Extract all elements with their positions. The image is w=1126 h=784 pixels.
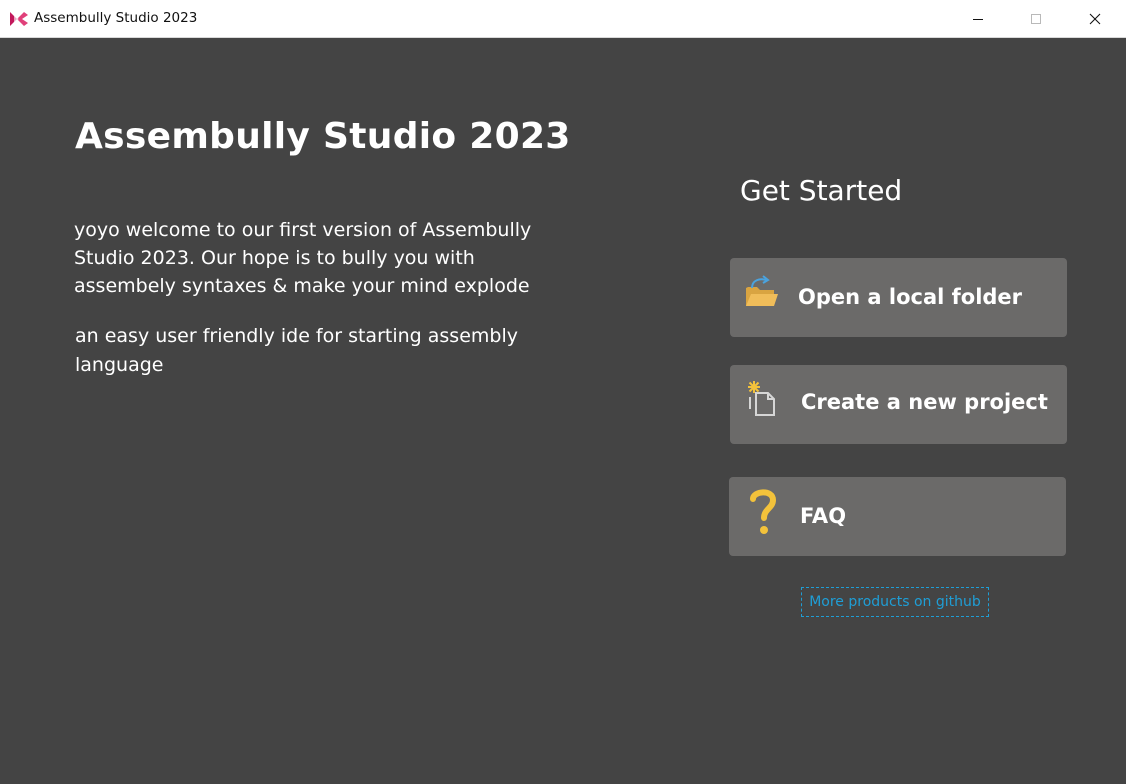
close-icon — [1089, 13, 1101, 25]
maximize-button[interactable] — [1007, 0, 1065, 38]
create-new-project-button[interactable]: Create a new project — [730, 365, 1067, 444]
new-project-icon — [748, 381, 775, 416]
close-button[interactable] — [1066, 0, 1124, 38]
github-products-link[interactable]: More products on github — [801, 587, 989, 617]
create-new-project-label: Create a new project — [801, 390, 1048, 414]
faq-button[interactable]: FAQ — [729, 477, 1066, 556]
title-bar: Assembully Studio 2023 — [0, 0, 1126, 38]
tagline-text: an easy user friendly ide for starting a… — [75, 325, 518, 376]
question-mark-icon — [750, 489, 777, 534]
minimize-button[interactable] — [949, 0, 1007, 38]
window-title: Assembully Studio 2023 — [34, 10, 198, 26]
intro-text: yoyo welcome to our first version of Ass… — [74, 219, 532, 297]
maximize-icon — [1031, 14, 1041, 24]
faq-label: FAQ — [800, 504, 847, 528]
page-title: Assembully Studio 2023 — [75, 116, 571, 157]
open-local-folder-label: Open a local folder — [798, 285, 1023, 309]
get-started-heading: Get Started — [740, 174, 903, 207]
minimize-icon — [973, 19, 983, 20]
assembully-logo-icon — [10, 12, 28, 26]
open-folder-icon — [746, 275, 778, 306]
welcome-page: Assembully Studio 2023 yoyo welcome to o… — [0, 38, 1126, 784]
open-local-folder-button[interactable]: Open a local folder — [730, 258, 1067, 337]
